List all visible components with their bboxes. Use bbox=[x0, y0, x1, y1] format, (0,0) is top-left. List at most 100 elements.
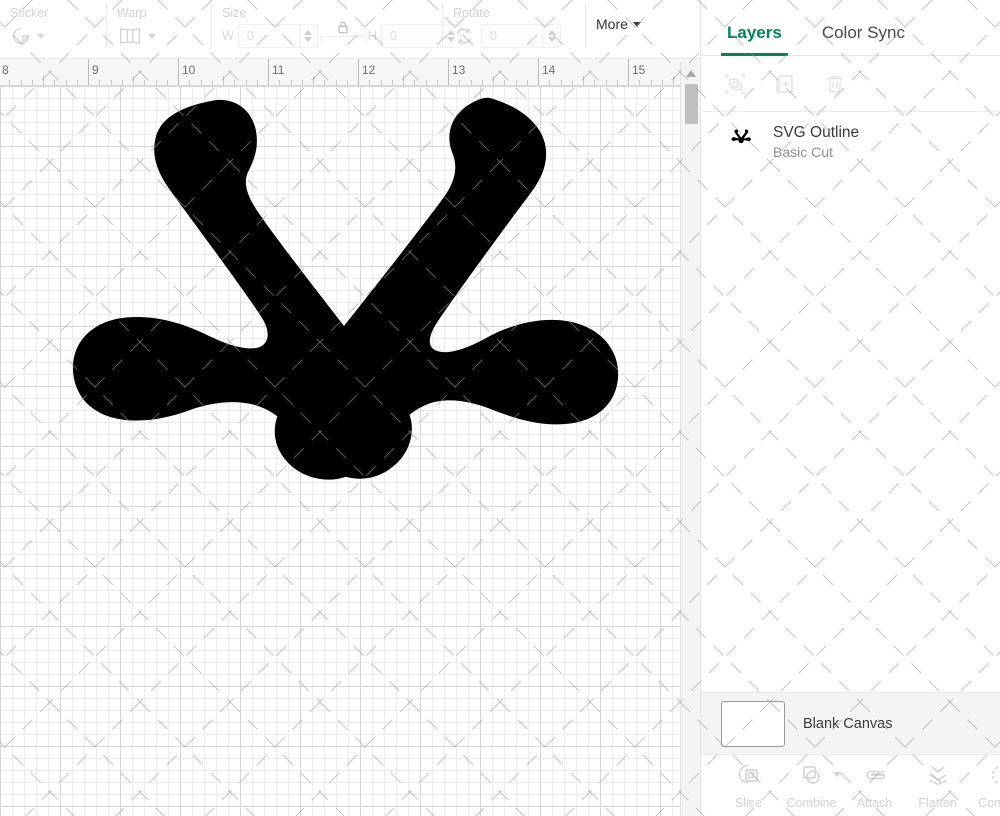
contour-button[interactable]: Contour bbox=[969, 762, 1000, 810]
height-input[interactable] bbox=[382, 25, 442, 47]
ruler-minor-tick bbox=[111, 80, 112, 85]
ruler-minor-tick bbox=[223, 76, 224, 85]
canvas-color-swatch[interactable] bbox=[721, 701, 785, 747]
ruler-label: 9 bbox=[88, 63, 99, 77]
width-label: W bbox=[222, 29, 234, 43]
rotate-icon[interactable] bbox=[453, 25, 475, 47]
combine-chevron-down-icon[interactable] bbox=[833, 772, 841, 777]
ruler-minor-tick bbox=[561, 80, 562, 85]
ruler-minor-tick bbox=[392, 80, 393, 85]
height-stepper[interactable] bbox=[381, 24, 461, 48]
warp-chevron-down-icon[interactable] bbox=[148, 34, 156, 39]
ruler-minor-tick bbox=[234, 80, 235, 85]
ruler-minor-tick bbox=[459, 80, 460, 85]
layer-action-bar bbox=[701, 56, 1000, 112]
bottom-tool-bar: Slice Combine bbox=[701, 754, 1000, 816]
width-spinner-buttons[interactable] bbox=[299, 25, 317, 47]
rotate-input[interactable] bbox=[482, 25, 542, 47]
ruler-minor-tick bbox=[291, 80, 292, 85]
scrollbar-thumb[interactable] bbox=[685, 84, 698, 124]
ruler-minor-tick bbox=[437, 80, 438, 85]
tab-layers[interactable]: Layers bbox=[727, 23, 782, 55]
ruler-minor-tick bbox=[21, 80, 22, 85]
toolbar-divider-1 bbox=[106, 4, 107, 48]
sticker-chevron-down-icon[interactable] bbox=[37, 34, 45, 39]
scroll-up-triangle-up-icon[interactable] bbox=[686, 70, 696, 77]
horizontal-ruler: 89101112131415 bbox=[0, 58, 700, 86]
width-input[interactable] bbox=[239, 25, 299, 47]
trash-icon[interactable] bbox=[823, 72, 847, 96]
ruler-minor-tick bbox=[9, 80, 10, 85]
toolbar-group-warp: Warp bbox=[117, 0, 201, 58]
width-increment-icon[interactable] bbox=[304, 30, 312, 35]
ruler-minor-tick bbox=[594, 80, 595, 85]
rotate-increment-icon[interactable] bbox=[548, 30, 556, 35]
rotate-spinner-buttons[interactable] bbox=[542, 25, 560, 47]
canvas-vertical-scrollbar[interactable] bbox=[680, 62, 700, 816]
ruler-minor-tick bbox=[549, 80, 550, 85]
flatten-button[interactable]: Flatten bbox=[906, 762, 969, 810]
slice-button[interactable]: Slice bbox=[717, 762, 780, 810]
duplicate-icon[interactable] bbox=[773, 72, 797, 96]
ruler-minor-tick bbox=[504, 80, 505, 85]
sticker-icon[interactable] bbox=[10, 25, 32, 47]
ruler-minor-tick bbox=[662, 80, 663, 85]
ruler-label: 10 bbox=[178, 63, 195, 77]
ruler-minor-tick bbox=[189, 80, 190, 85]
flatten-label: Flatten bbox=[918, 796, 956, 810]
ruler-minor-tick bbox=[403, 76, 404, 85]
ruler-minor-tick bbox=[527, 80, 528, 85]
ruler-minor-tick bbox=[133, 76, 134, 85]
ruler-minor-tick bbox=[572, 80, 573, 85]
ruler-minor-tick bbox=[324, 80, 325, 85]
ruler-minor-tick bbox=[369, 80, 370, 85]
slice-icon bbox=[736, 762, 762, 793]
ruler-minor-tick bbox=[77, 80, 78, 85]
toolbar-divider-2 bbox=[211, 4, 212, 48]
ruler-minor-tick bbox=[471, 80, 472, 85]
width-stepper[interactable] bbox=[238, 24, 318, 48]
ruler-label: 13 bbox=[448, 63, 465, 77]
attach-button[interactable]: Attach bbox=[843, 762, 906, 810]
app-root: Sticker Warp bbox=[0, 0, 1000, 816]
ruler-minor-tick bbox=[257, 80, 258, 85]
ruler-minor-tick bbox=[54, 80, 55, 85]
ruler-minor-tick bbox=[381, 80, 382, 85]
lock-icon[interactable] bbox=[335, 19, 351, 35]
layer-subtitle: Basic Cut bbox=[773, 144, 859, 160]
toolbar-group-sticker: Sticker bbox=[4, 0, 96, 58]
group-icon[interactable] bbox=[723, 72, 747, 96]
layer-text-block: SVG Outline Basic Cut bbox=[773, 124, 859, 160]
ruler-minor-tick bbox=[302, 80, 303, 85]
combine-button[interactable]: Combine bbox=[780, 762, 843, 810]
ruler-minor-tick bbox=[617, 80, 618, 85]
tab-color-sync[interactable]: Color Sync bbox=[822, 23, 905, 55]
ruler-minor-tick bbox=[246, 80, 247, 85]
width-decrement-icon[interactable] bbox=[304, 37, 312, 42]
sticker-label: Sticker bbox=[10, 6, 96, 20]
slice-label: Slice bbox=[735, 796, 762, 810]
height-label: H bbox=[368, 29, 377, 43]
ruler-minor-tick bbox=[673, 76, 674, 85]
crossed-socks-graphic bbox=[0, 86, 680, 816]
right-panel: Layers Color Sync bbox=[700, 0, 1000, 816]
rotate-stepper[interactable] bbox=[481, 24, 561, 48]
rotate-decrement-icon[interactable] bbox=[548, 37, 556, 42]
aspect-lock[interactable] bbox=[320, 19, 366, 42]
ruler-minor-tick bbox=[651, 80, 652, 85]
list-item[interactable]: SVG Outline Basic Cut bbox=[701, 112, 1000, 172]
ruler-minor-tick bbox=[122, 80, 123, 85]
aspect-lock-bracket bbox=[320, 36, 366, 43]
more-chevron-down-icon[interactable] bbox=[633, 22, 641, 27]
ruler-minor-tick bbox=[279, 80, 280, 85]
toolbar-group-rotate: Rotate bbox=[453, 0, 575, 58]
layer-list: SVG Outline Basic Cut bbox=[701, 112, 1000, 692]
more-button[interactable]: More bbox=[596, 16, 641, 32]
contour-label: Contour bbox=[978, 796, 1000, 810]
attach-icon bbox=[862, 762, 888, 793]
ruler-label: 12 bbox=[358, 63, 375, 77]
warp-icon[interactable] bbox=[117, 25, 143, 47]
design-canvas[interactable] bbox=[0, 86, 680, 816]
blank-canvas-row[interactable]: Blank Canvas bbox=[701, 692, 1000, 754]
toolbar-group-size: Size W bbox=[222, 0, 432, 58]
